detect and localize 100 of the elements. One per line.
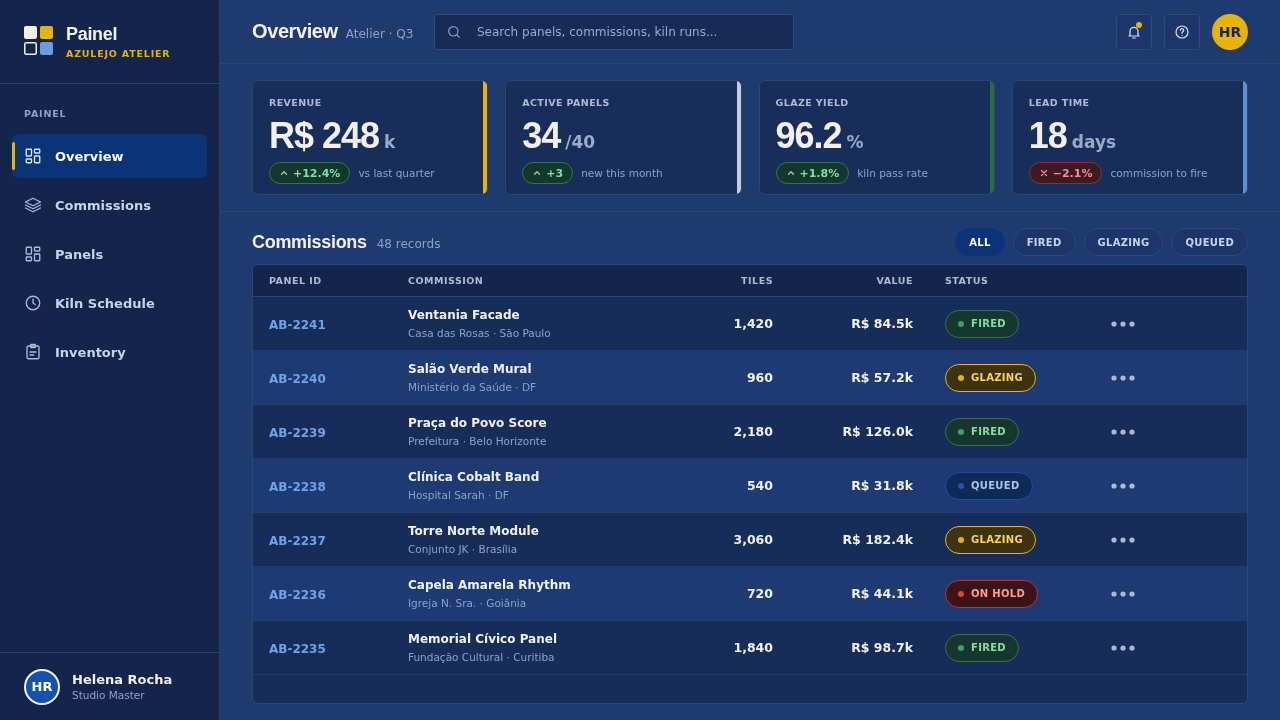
column-header: STATUS xyxy=(944,275,990,286)
commission-name: Ventania Facade xyxy=(408,308,521,322)
tiles-cell-text: 1,840 xyxy=(732,640,773,655)
kpi-note: commission to fire xyxy=(1110,167,1208,179)
kpi-value: 96.2 xyxy=(775,116,842,156)
commission-client: Hospital Sarah · DF xyxy=(408,489,510,501)
kpi-label: GLAZE YIELD xyxy=(775,97,850,108)
more-button[interactable] xyxy=(1109,372,1137,383)
kpi-value: R$ 248 xyxy=(269,116,380,156)
delta-badge: −2.1% xyxy=(1028,162,1103,184)
delta-badge: +1.8% xyxy=(775,162,850,184)
more-icon xyxy=(1111,536,1135,543)
tiles-cell-text: 3,060 xyxy=(732,532,773,547)
more-button[interactable] xyxy=(1109,534,1137,545)
chevron-up-icon xyxy=(785,168,796,178)
logo-icon xyxy=(24,26,54,56)
user-role: Studio Master xyxy=(72,689,146,701)
status-badge: ON HOLD xyxy=(945,579,1038,608)
cross-icon xyxy=(1038,168,1049,178)
tiles-cell-text: 2,180 xyxy=(732,424,773,439)
kpi-label: REVENUE xyxy=(269,97,323,108)
brand-name: Painel xyxy=(66,24,119,45)
value-cell-text: R$ 31.8k xyxy=(850,478,913,493)
value-cell-text: R$ 84.5k xyxy=(850,316,913,331)
chevron-up-icon xyxy=(279,168,289,178)
delta-badge: +3 xyxy=(522,162,574,184)
kpi-value: 34 xyxy=(522,116,561,156)
panel-id-link[interactable]: AB-2237 xyxy=(269,534,326,548)
panel-id-link[interactable]: AB-2240 xyxy=(269,372,326,386)
section-label: PAINEL xyxy=(23,108,68,121)
more-button[interactable] xyxy=(1109,318,1137,329)
nav-item[interactable]: Commissions xyxy=(12,183,207,227)
status-badge: QUEUED xyxy=(945,471,1033,500)
chevron-up-icon xyxy=(532,168,543,178)
nav-item[interactable]: Panels xyxy=(12,232,207,276)
commission-name: Salão Verde Mural xyxy=(408,362,533,376)
commission-client: Conjunto JK · Brasília xyxy=(408,543,519,555)
panel-id-link[interactable]: AB-2235 xyxy=(269,642,326,656)
more-button[interactable] xyxy=(1109,642,1137,653)
more-button[interactable] xyxy=(1109,426,1137,437)
commission-name: Torre Norte Module xyxy=(408,524,540,538)
panel-id-link[interactable]: AB-2236 xyxy=(269,588,326,602)
filter-chip[interactable]: QUEUED xyxy=(1171,228,1248,256)
brand-subtitle: AZULEJO ATELIER xyxy=(66,48,171,59)
nav-item[interactable]: Overview xyxy=(12,134,207,178)
kpi-note: kiln pass rate xyxy=(857,167,928,179)
filter-chip[interactable]: GLAZING xyxy=(1083,228,1164,256)
help-button[interactable] xyxy=(1164,13,1200,50)
tiles-cell-text: 540 xyxy=(745,478,773,493)
tiles-cell-text: 960 xyxy=(745,370,773,385)
record-count: 48 records xyxy=(376,236,441,251)
kpi-unit: days xyxy=(1071,132,1117,152)
panel-id-link[interactable]: AB-2239 xyxy=(269,426,326,440)
panel-id-link[interactable]: AB-2241 xyxy=(269,318,326,332)
kpi-label: LEAD TIME xyxy=(1028,97,1091,108)
nav-item[interactable]: Inventory xyxy=(12,330,207,374)
panel-id-link[interactable]: AB-2238 xyxy=(269,480,326,494)
status-badge: GLAZING xyxy=(945,525,1036,554)
kpi-unit: % xyxy=(846,132,864,152)
more-button[interactable] xyxy=(1109,588,1137,599)
help-icon xyxy=(1174,23,1190,40)
commission-client: Casa das Rosas · São Paulo xyxy=(408,327,552,339)
column-header: TILES xyxy=(740,275,773,286)
commission-name: Clínica Cobalt Band xyxy=(408,470,541,484)
clipboard-icon xyxy=(24,343,42,361)
more-icon xyxy=(1111,374,1135,381)
column-header: PANEL ID xyxy=(269,275,323,286)
filter-chip[interactable]: FIRED xyxy=(1012,228,1076,256)
layers-icon xyxy=(24,196,42,214)
nav-item[interactable]: Kiln Schedule xyxy=(12,281,207,325)
tiles-cell-text: 720 xyxy=(745,586,773,601)
value-cell-text: R$ 98.7k xyxy=(850,640,913,655)
search-field[interactable]: Search panels, commissions, kiln runs... xyxy=(434,13,794,50)
column-header: COMMISSION xyxy=(408,275,485,286)
grid-icon xyxy=(24,245,42,263)
value-cell-text: R$ 182.4k xyxy=(841,532,913,547)
commission-client: Fundação Cultural · Curitiba xyxy=(408,651,556,663)
kpi-note: vs last quarter xyxy=(358,167,435,179)
more-icon xyxy=(1111,644,1135,651)
page-title: Overview xyxy=(252,20,338,43)
commission-client: Igreja N. Sra. · Goiânia xyxy=(408,597,528,609)
avatar-button[interactable]: HR xyxy=(1212,13,1248,50)
notifications-button[interactable] xyxy=(1116,13,1152,50)
tiles-cell-text: 1,420 xyxy=(732,316,773,331)
commission-name: Praça do Povo Score xyxy=(408,416,548,430)
more-button[interactable] xyxy=(1109,480,1137,491)
value-cell-text: R$ 44.1k xyxy=(850,586,913,601)
kpi-unit: /40 xyxy=(565,132,596,152)
page-subtitle: Atelier · Q3 xyxy=(345,27,414,41)
filter-chip[interactable]: ALL xyxy=(955,228,1005,256)
commission-name: Memorial Cívico Panel xyxy=(408,632,558,646)
section-title: Commissions xyxy=(252,231,367,253)
status-badge: FIRED xyxy=(945,309,1019,338)
more-icon xyxy=(1111,320,1135,327)
kpi-label: ACTIVE PANELS xyxy=(522,97,611,108)
kpi-unit: k xyxy=(384,132,396,152)
value-cell-text: R$ 57.2k xyxy=(850,370,913,385)
grid-icon xyxy=(24,147,42,165)
more-icon xyxy=(1111,590,1135,597)
more-icon xyxy=(1111,482,1135,489)
